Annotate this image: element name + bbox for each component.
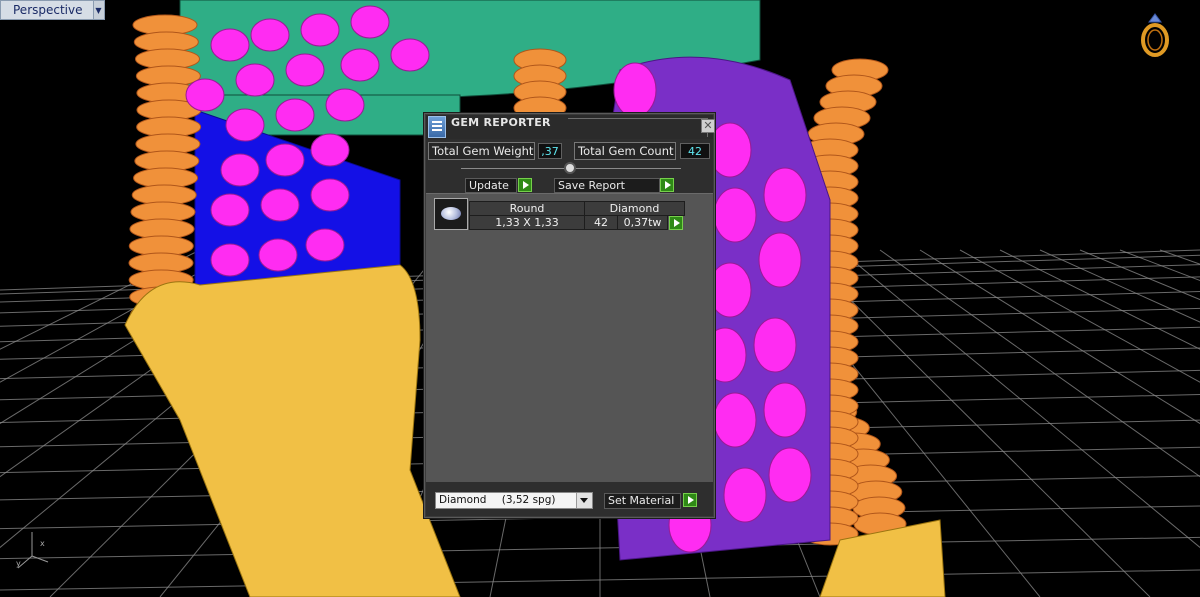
gem-list-panel: Round Diamond 1,33 X 1,33 42 0,37tw [426, 193, 713, 482]
material-select-name: Diamond [439, 494, 487, 506]
row-play-icon[interactable] [669, 216, 683, 230]
chevron-down-icon[interactable]: ▼ [92, 1, 104, 19]
gem-magenta [763, 167, 807, 223]
gem-thumbnail[interactable] [434, 198, 468, 230]
gem-magenta [753, 317, 797, 373]
close-icon[interactable]: ✕ [701, 119, 715, 133]
viewport-label[interactable]: Perspective ▼ [0, 0, 105, 20]
gem-magenta [713, 392, 757, 448]
gem-magenta [300, 13, 340, 47]
table-header-material: Diamond [584, 201, 685, 216]
titlebar-tab-outline [568, 118, 708, 137]
chevron-down-icon[interactable] [576, 493, 592, 508]
table-header-shape: Round [469, 201, 585, 216]
total-gem-weight-value: ,37 [538, 143, 562, 159]
update-play-icon[interactable] [518, 178, 532, 192]
dialog-titlebar[interactable]: GEM REPORTER ✕ [426, 115, 715, 139]
grid-line [959, 249, 1200, 383]
save-report-play-icon[interactable] [660, 178, 674, 192]
svg-text:y: y [16, 559, 21, 568]
gem-magenta [350, 5, 390, 39]
gem-magenta [250, 18, 290, 52]
round-gem-icon [441, 207, 461, 220]
save-report-button[interactable]: Save Report [554, 178, 660, 193]
gem-reporter-dialog[interactable]: GEM REPORTER ✕ Total Gem Weight ,37 Tota… [423, 112, 716, 519]
gem-magenta [713, 187, 757, 243]
total-gem-count-label: Total Gem Count [574, 142, 676, 160]
total-gem-weight-label: Total Gem Weight [428, 142, 535, 160]
viewport-label-text: Perspective [13, 3, 83, 17]
gem-magenta [265, 143, 305, 177]
gem-magenta [220, 153, 260, 187]
update-button[interactable]: Update [465, 178, 517, 193]
material-select[interactable]: Diamond (3,52 spg) [435, 492, 593, 509]
gem-magenta [305, 228, 345, 262]
table-cell-size: 1,33 X 1,33 [469, 215, 585, 230]
app-logo-icon [428, 116, 446, 138]
axis-indicator-icon: x y [16, 532, 49, 569]
material-select-spg: (3,52 spg) [501, 494, 556, 506]
gem-magenta [768, 447, 812, 503]
gem-magenta [310, 133, 350, 167]
gem-magenta [390, 38, 430, 72]
gem-magenta [613, 62, 657, 118]
gem-magenta [723, 467, 767, 523]
slider-handle[interactable] [564, 162, 576, 174]
gem-magenta [758, 232, 802, 288]
dialog-body: Total Gem Weight ,37 Total Gem Count 42 … [426, 139, 713, 516]
gem-magenta [185, 78, 225, 112]
gem-magenta [340, 48, 380, 82]
gem-magenta [310, 178, 350, 212]
dialog-title: GEM REPORTER [451, 116, 551, 129]
gem-magenta [210, 243, 250, 277]
gem-magenta [235, 63, 275, 97]
yellow-band [124, 264, 461, 597]
gem-magenta [210, 193, 250, 227]
grid-line [1159, 249, 1200, 265]
gem-magenta [285, 53, 325, 87]
gem-magenta [258, 238, 298, 272]
gem-magenta [275, 98, 315, 132]
table-cell-weight: 0,37tw [617, 215, 668, 230]
total-gem-count-value: 42 [680, 143, 710, 159]
gem-magenta [763, 382, 807, 438]
set-material-button[interactable]: Set Material [604, 493, 681, 509]
svg-text:x: x [40, 539, 45, 548]
set-material-play-icon[interactable] [683, 493, 697, 507]
gem-magenta [210, 28, 250, 62]
table-cell-count: 42 [584, 215, 618, 230]
gem-magenta [225, 108, 265, 142]
material-bar: Diamond (3,52 spg) Set Material [426, 484, 713, 516]
gem-magenta [260, 188, 300, 222]
ring-icon [1141, 13, 1169, 57]
grid-line [1119, 249, 1200, 282]
gem-magenta [325, 88, 365, 122]
